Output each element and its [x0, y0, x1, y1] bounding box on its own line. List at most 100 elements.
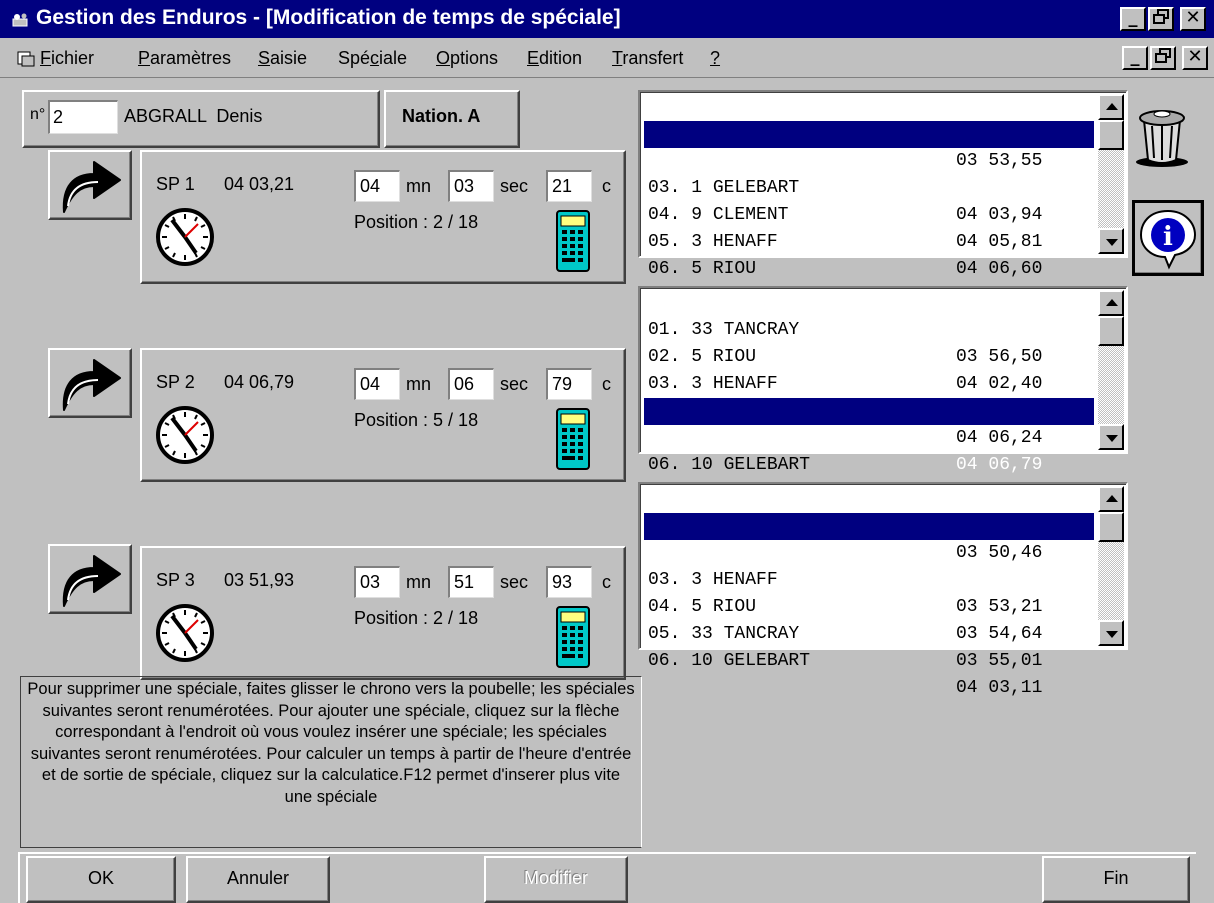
minutes-input[interactable]: 04 — [354, 170, 400, 202]
calculator-icon[interactable] — [556, 606, 590, 668]
ok-button[interactable]: OK — [26, 856, 176, 903]
ranking-row[interactable]: 04. 1 GELEBART 04 06,24 — [644, 371, 1094, 448]
menu-fichier[interactable]: Fichier — [40, 48, 94, 69]
arrow-down-icon — [1106, 239, 1118, 246]
ranking-row[interactable]: 04. 9 CLEMENT 04 05,81 — [644, 175, 1094, 252]
clock-icon[interactable] — [154, 602, 216, 664]
special-panel: SP 1 04 03,21 04 mn 03 sec 21 c Position… — [140, 150, 626, 284]
minutes-input[interactable]: 04 — [354, 368, 400, 400]
ranking-scrollbar[interactable] — [1098, 94, 1124, 254]
special-time: 04 06,79 — [224, 372, 295, 392]
seconds-unit: sec — [500, 572, 529, 592]
end-button[interactable]: Fin — [1042, 856, 1190, 903]
ranking-list[interactable]: 01. 33 TANCRAY 03 53,55 02. 2 ABGRALL 04… — [638, 90, 1128, 306]
menu-parametres[interactable]: Paramètres — [138, 48, 231, 69]
trash-icon[interactable] — [1134, 104, 1192, 168]
seconds-input[interactable]: 06 — [448, 368, 494, 400]
scroll-thumb[interactable] — [1098, 316, 1124, 346]
menu-saisie[interactable]: Saisie — [258, 48, 307, 69]
rider-number-input[interactable]: 2 — [48, 100, 118, 134]
calculator-icon[interactable] — [556, 210, 590, 272]
ranking-row[interactable]: 03. 3 HENAFF 03 53,21 — [644, 540, 1094, 617]
enduro-app-icon — [12, 13, 28, 27]
ranking-row[interactable]: 02. 2 ABGRALL 04 03,21 — [644, 121, 1094, 198]
rider-panel: n° 2 ABGRALL Denis — [22, 90, 380, 148]
ranking-rider: 5 RIOU — [691, 259, 757, 279]
insert-special-button[interactable] — [48, 348, 132, 418]
scroll-thumb[interactable] — [1098, 120, 1124, 150]
close-icon: ✕ — [1185, 7, 1201, 28]
minutes-input[interactable]: 03 — [354, 566, 400, 598]
ranking-row[interactable]: 03. 3 HENAFF 04 03,92 — [644, 344, 1094, 421]
scroll-down-button[interactable] — [1098, 228, 1124, 254]
ranking-time: 04 06,60 — [956, 259, 1043, 279]
ranking-row[interactable]: 04. 5 RIOU 03 54,64 — [644, 567, 1094, 644]
scroll-down-button[interactable] — [1098, 424, 1124, 450]
ranking-time: 03 55,01 — [956, 651, 1043, 671]
ranking-row[interactable]: 01. 1 GELEBART 03 50,46 — [644, 486, 1094, 563]
rider-number-label: n° — [30, 106, 46, 123]
calculator-icon[interactable] — [556, 408, 590, 470]
menu-options[interactable]: Options — [436, 48, 498, 69]
arrow-up-icon — [1106, 495, 1118, 502]
ranking-row[interactable]: 01. 33 TANCRAY 03 56,50 — [644, 290, 1094, 367]
mdi-minimize-button[interactable]: _ — [1122, 46, 1148, 70]
ranking-row[interactable]: 05. 3 HENAFF 04 06,60 — [644, 202, 1094, 279]
minimize-icon: _ — [1130, 46, 1140, 67]
hundredths-input[interactable]: 79 — [546, 368, 592, 400]
minimize-icon: _ — [1128, 7, 1138, 28]
ranking-row[interactable]: 02. 2 ABGRALL 03 51,93 — [644, 513, 1094, 590]
ranking-scrollbar[interactable] — [1098, 290, 1124, 450]
cancel-button[interactable]: Annuler — [186, 856, 330, 903]
rider-category: Nation. A — [402, 106, 481, 126]
ranking-row[interactable]: 02. 5 RIOU 04 02,40 — [644, 317, 1094, 394]
seconds-unit: sec — [500, 176, 529, 196]
scroll-up-button[interactable] — [1098, 486, 1124, 512]
restore-button[interactable] — [1148, 7, 1174, 31]
ranking-row[interactable]: 06. 10 GELEBART 04 10,46 — [644, 425, 1094, 502]
special-panel: SP 3 03 51,93 03 mn 51 sec 93 c Position… — [140, 546, 626, 680]
close-button[interactable]: ✕ — [1180, 7, 1206, 31]
special-time: 04 03,21 — [224, 174, 295, 194]
menu-transfert[interactable]: Transfert — [612, 48, 683, 69]
menu-edition[interactable]: Edition — [527, 48, 582, 69]
scroll-up-button[interactable] — [1098, 290, 1124, 316]
seconds-input[interactable]: 51 — [448, 566, 494, 598]
menu-speciale[interactable]: Spéciale — [338, 48, 407, 69]
info-button[interactable]: i — [1132, 200, 1204, 276]
insert-special-button[interactable] — [48, 150, 132, 220]
minutes-unit: mn — [406, 374, 432, 394]
ranking-scrollbar[interactable] — [1098, 486, 1124, 646]
ranking-row[interactable]: 06. 5 RIOU 04 08,48 — [644, 229, 1094, 306]
ranking-rank: 06. — [648, 651, 681, 671]
document-icon[interactable] — [16, 50, 36, 68]
insert-arrow-icon — [62, 161, 121, 213]
seconds-input[interactable]: 03 — [448, 170, 494, 202]
scroll-thumb[interactable] — [1098, 512, 1124, 542]
menu-help[interactable]: ? — [710, 48, 720, 69]
ranking-row[interactable]: 06. 10 GELEBART 04 03,11 — [644, 621, 1094, 698]
insert-special-button[interactable] — [48, 544, 132, 614]
minimize-button[interactable]: _ — [1120, 7, 1146, 31]
ranking-row[interactable]: 01. 33 TANCRAY 03 53,55 — [644, 94, 1094, 171]
menu-bar: Fichier Paramètres Saisie Spéciale Optio… — [0, 38, 1214, 78]
modify-button[interactable]: Modifier — [484, 856, 628, 903]
ranking-row[interactable]: 05. 2 ABGRALL 04 06,79 — [644, 398, 1094, 475]
restore-icon — [1153, 9, 1169, 24]
minutes-unit: mn — [406, 176, 432, 196]
title-bar[interactable]: Gestion des Enduros - [Modification de t… — [0, 0, 1214, 38]
scroll-up-button[interactable] — [1098, 94, 1124, 120]
ranking-row[interactable]: 05. 33 TANCRAY 03 55,01 — [644, 594, 1094, 671]
clock-icon[interactable] — [154, 206, 216, 268]
ranking-row[interactable]: 03. 1 GELEBART 04 03,94 — [644, 148, 1094, 225]
ranking-list[interactable]: 01. 33 TANCRAY 03 56,50 02. 5 RIOU 04 02… — [638, 286, 1128, 502]
clock-icon[interactable] — [154, 404, 216, 466]
scroll-down-button[interactable] — [1098, 620, 1124, 646]
mdi-close-button[interactable]: ✕ — [1182, 46, 1208, 70]
hundredths-input[interactable]: 93 — [546, 566, 592, 598]
hundredths-input[interactable]: 21 — [546, 170, 592, 202]
insert-arrow-icon — [62, 555, 121, 607]
rider-name: ABGRALL Denis — [124, 106, 263, 126]
mdi-restore-button[interactable] — [1150, 46, 1176, 70]
ranking-list[interactable]: 01. 1 GELEBART 03 50,46 02. 2 ABGRALL 03… — [638, 482, 1128, 698]
